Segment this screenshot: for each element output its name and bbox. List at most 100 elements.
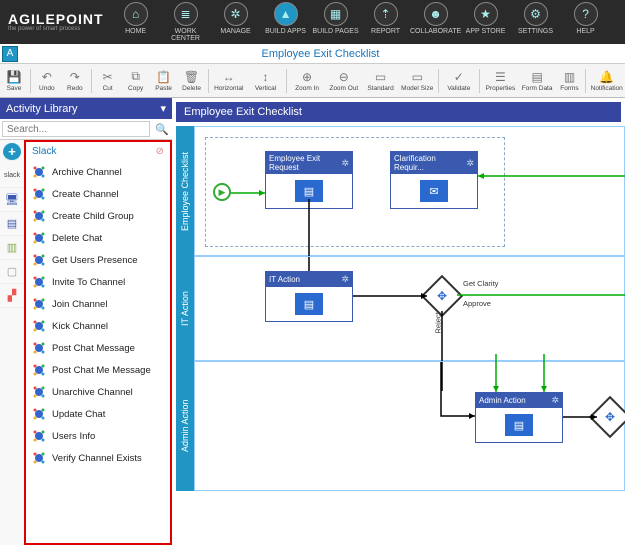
activity-clarification[interactable]: Clarification Requir...✲ ✉ [390,151,478,209]
ribbon-zoom-in[interactable]: ⊕Zoom In [289,66,326,96]
nav-icon: ✲ [224,2,248,26]
gear-icon[interactable]: ✲ [341,274,349,285]
stencil-tab-window[interactable]: ▢ [0,260,24,284]
stencil-tab-shapes[interactable]: ▞ [0,284,24,308]
library-item[interactable]: Users Info [26,425,170,447]
nav-icon: ▦ [324,2,348,26]
horizontal-icon: ↔ [223,70,235,84]
brand-logo: AGILEPOINT the power of smart process [8,12,104,32]
library-item[interactable]: Create Channel [26,183,170,205]
library-item[interactable]: Join Channel [26,293,170,315]
ribbon-standard[interactable]: ▭Standard [362,66,399,96]
library-item[interactable]: Post Chat Me Message [26,359,170,381]
activity-it-action[interactable]: IT Action✲ ▤ [265,271,353,322]
library-item[interactable]: Delete Chat [26,227,170,249]
nav-build-pages[interactable]: ▦BUILD PAGES [312,2,360,42]
nav-build-apps[interactable]: ▲BUILD APPS [262,2,310,42]
gear-icon[interactable]: ✲ [341,158,349,169]
activity-admin-action[interactable]: Admin Action✲ ▤ [475,392,563,443]
ribbon-undo[interactable]: ↶Undo [33,66,61,96]
gateway-label: Get Clarity [463,279,498,288]
library-item[interactable]: Verify Channel Exists [26,447,170,469]
library-item[interactable]: Post Chat Message [26,337,170,359]
vertical-icon: ↕ [262,70,268,84]
gear-icon[interactable]: ✲ [466,158,474,169]
gateway[interactable]: ✥ [589,396,625,438]
nav-settings[interactable]: ⚙SETTINGS [512,2,560,42]
nav-collaborate[interactable]: ☻COLLABORATE [412,2,460,42]
ribbon-forms[interactable]: ▥Forms [556,66,584,96]
ribbon-validate[interactable]: ✓Validate [440,66,477,96]
paste-icon: 📋 [156,70,171,84]
ribbon-model-size[interactable]: ▭Model Size [399,66,436,96]
activity-icon [32,363,46,377]
gear-icon[interactable]: ✲ [551,395,559,406]
nav-icon: ⌂ [124,2,148,26]
ribbon-save[interactable]: 💾Save [0,66,28,96]
ribbon-properties[interactable]: ☰Properties [482,66,519,96]
nav-work-center[interactable]: ≣WORK CENTER [162,2,210,42]
save-icon: 💾 [7,70,22,84]
search-icon[interactable]: 🔍 [154,121,170,137]
library-item[interactable]: Kick Channel [26,315,170,337]
ribbon-delete[interactable]: 🗑Delete [178,66,206,96]
activity-icon [32,341,46,355]
ribbon-vertical[interactable]: ↕Vertical [247,66,284,96]
nav-report[interactable]: ⇡REPORT [362,2,410,42]
app-tab-icon[interactable]: A [2,46,18,62]
collapse-icon[interactable]: ▾ [160,102,166,115]
start-event[interactable]: ▶ [213,183,231,201]
zoom out-icon: ⊖ [339,70,349,84]
activity-icon [32,165,46,179]
activity-icon [32,385,46,399]
activity-icon [32,407,46,421]
ribbon-paste[interactable]: 📋Paste [150,66,178,96]
library-item[interactable]: Create Child Group [26,205,170,227]
ribbon-copy[interactable]: ⧉Copy [122,66,150,96]
library-item[interactable]: Unarchive Channel [26,381,170,403]
forms-icon: ▥ [564,70,575,84]
ribbon-cut[interactable]: ✂Cut [94,66,122,96]
library-item[interactable]: Archive Channel [26,161,170,183]
library-item[interactable]: Update Chat [26,403,170,425]
ribbon-notification[interactable]: 🔔Notification [588,66,625,96]
stencil-tab-doc[interactable]: ▥ [0,236,24,260]
activity-employee-exit-request[interactable]: Employee Exit Request✲ ▤ [265,151,353,209]
library-search-input[interactable] [2,121,150,137]
gateway[interactable]: ✥ [421,275,463,317]
delete-icon: 🗑 [184,70,199,84]
notification-icon: 🔔 [599,70,614,84]
gateway-label: Reject [434,312,443,333]
nav-icon: ▲ [274,2,298,26]
activity-icon [32,429,46,443]
swimlane-label[interactable]: Admin Action [176,361,194,491]
library-item[interactable]: Get Users Presence [26,249,170,271]
gateway-label: Approve [463,299,491,308]
ribbon-horizontal[interactable]: ↔Horizontal [210,66,247,96]
activity-icon [32,275,46,289]
process-canvas[interactable]: Employee Checklist ▶ Employee Exit Reque… [172,126,625,539]
nav-icon: ≣ [174,2,198,26]
add-stencil-button[interactable]: + [3,143,21,161]
stencil-tab-form[interactable]: ▤ [0,212,24,236]
library-group-header[interactable]: Slack ⊘ [26,142,170,161]
library-item[interactable]: Invite To Channel [26,271,170,293]
stencil-tab-monitor[interactable]: 🖥 [0,188,24,212]
activity-icon [32,451,46,465]
swimlane-label[interactable]: Employee Checklist [176,126,194,256]
copy-icon: ⧉ [131,69,140,84]
swimlane-label[interactable]: IT Action [176,256,194,361]
ribbon-form-data[interactable]: ▤Form Data [519,66,556,96]
nav-manage[interactable]: ✲MANAGE [212,2,260,42]
stencil-tab-slack[interactable]: slack [0,164,24,188]
close-icon[interactable]: ⊘ [156,146,164,157]
nav-help[interactable]: ?HELP [562,2,610,42]
ribbon-zoom-out[interactable]: ⊖Zoom Out [325,66,362,96]
activity-icon [32,297,46,311]
nav-app-store[interactable]: ★APP STORE [462,2,510,42]
standard-icon: ▭ [375,70,386,84]
ribbon-redo[interactable]: ↷Redo [61,66,89,96]
nav-home[interactable]: ⌂HOME [112,2,160,42]
activity-icon [32,319,46,333]
nav-icon: ★ [474,2,498,26]
